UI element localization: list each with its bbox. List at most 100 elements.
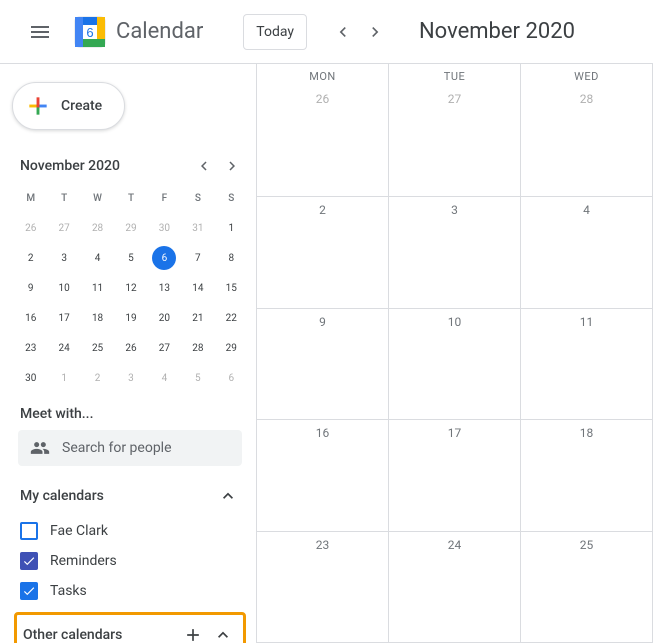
other-calendars-header[interactable]: Other calendars <box>17 615 243 643</box>
mini-day-cell[interactable]: 20 <box>148 304 181 332</box>
other-calendars-title: Other calendars <box>23 627 122 643</box>
grid-day-cell[interactable]: 28 <box>521 86 653 197</box>
mini-day-cell[interactable]: 1 <box>47 364 80 392</box>
add-other-calendar-button[interactable] <box>179 621 207 643</box>
mini-day-cell[interactable]: 8 <box>215 244 248 272</box>
calendar-checkbox[interactable] <box>20 582 38 600</box>
meet-with-title: Meet with... <box>12 392 256 430</box>
mini-day-cell[interactable]: 30 <box>14 364 47 392</box>
grid-day-cell[interactable]: 16 <box>257 420 389 531</box>
mini-day-cell[interactable]: 6 <box>148 244 181 272</box>
mini-day-cell[interactable]: 17 <box>47 304 80 332</box>
mini-day-cell[interactable]: 31 <box>181 214 214 242</box>
mini-day-cell[interactable]: 25 <box>81 334 114 362</box>
mini-day-cell[interactable]: 2 <box>81 364 114 392</box>
grid-day-cell[interactable]: 4 <box>521 197 653 308</box>
search-placeholder: Search for people <box>62 440 172 456</box>
calendar-list-item[interactable]: Reminders <box>12 546 256 576</box>
mini-day-cell[interactable]: 10 <box>47 274 80 302</box>
mini-day-cell[interactable]: 5 <box>114 244 147 272</box>
mini-next-button[interactable] <box>218 152 246 180</box>
grid-day-cell[interactable]: 27 <box>389 86 521 197</box>
grid-day-cell[interactable]: 26 <box>257 86 389 197</box>
mini-dow-header: T <box>47 184 80 212</box>
mini-day-cell[interactable]: 28 <box>181 334 214 362</box>
grid-day-cell[interactable]: 10 <box>389 309 521 420</box>
chevron-left-icon <box>333 22 353 42</box>
main-menu-button[interactable] <box>16 8 64 56</box>
mini-dow-header: W <box>81 184 114 212</box>
mini-day-cell[interactable]: 18 <box>81 304 114 332</box>
other-calendars-highlight: Other calendars <box>14 612 246 643</box>
mini-day-cell[interactable]: 2 <box>14 244 47 272</box>
mini-day-cell[interactable]: 13 <box>148 274 181 302</box>
grid-day-cell[interactable]: 18 <box>521 420 653 531</box>
mini-day-cell[interactable]: 19 <box>114 304 147 332</box>
grid-day-cell[interactable]: 3 <box>389 197 521 308</box>
grid-day-cell[interactable]: 25 <box>521 532 653 643</box>
mini-day-cell[interactable]: 30 <box>148 214 181 242</box>
grid-day-cell[interactable]: 11 <box>521 309 653 420</box>
collapse-other-calendars-button[interactable] <box>209 621 237 643</box>
search-people-input[interactable]: Search for people <box>18 430 242 466</box>
mini-day-cell[interactable]: 11 <box>81 274 114 302</box>
grid-dow-header: TUE <box>389 64 521 86</box>
app-title: Calendar <box>116 19 203 44</box>
mini-day-cell[interactable]: 16 <box>14 304 47 332</box>
calendar-checkbox[interactable] <box>20 522 38 540</box>
mini-day-cell[interactable]: 28 <box>81 214 114 242</box>
calendar-checkbox[interactable] <box>20 552 38 570</box>
mini-day-cell[interactable]: 29 <box>114 214 147 242</box>
grid-day-cell[interactable]: 23 <box>257 532 389 643</box>
sidebar: Create November 2020 MTWTFSS262728293031… <box>0 64 256 643</box>
mini-calendar-grid: MTWTFSS262728293031123456789101112131415… <box>12 184 256 392</box>
mini-day-cell[interactable]: 22 <box>215 304 248 332</box>
mini-day-cell[interactable]: 21 <box>181 304 214 332</box>
mini-day-cell[interactable]: 26 <box>114 334 147 362</box>
mini-day-cell[interactable]: 3 <box>47 244 80 272</box>
plus-multicolor-icon <box>25 93 51 119</box>
calendar-label: Tasks <box>50 583 87 599</box>
grid-dow-header: WED <box>521 64 653 86</box>
mini-day-cell[interactable]: 23 <box>14 334 47 362</box>
mini-day-cell[interactable]: 6 <box>215 364 248 392</box>
mini-day-cell[interactable]: 24 <box>47 334 80 362</box>
header-bar: 6 Calendar Today November 2020 <box>0 0 653 64</box>
chevron-up-icon <box>213 625 233 643</box>
collapse-my-calendars-button[interactable] <box>214 482 242 510</box>
grid-day-cell[interactable]: 2 <box>257 197 389 308</box>
check-icon <box>22 584 36 598</box>
calendar-list-item[interactable]: Fae Clark <box>12 516 256 546</box>
app-logo: 6 Calendar <box>72 14 203 50</box>
chevron-up-icon <box>218 486 238 506</box>
mini-calendar-title: November 2020 <box>20 158 120 174</box>
mini-prev-button[interactable] <box>190 152 218 180</box>
mini-day-cell[interactable]: 12 <box>114 274 147 302</box>
mini-day-cell[interactable]: 15 <box>215 274 248 302</box>
today-button[interactable]: Today <box>243 14 307 50</box>
mini-day-cell[interactable]: 4 <box>81 244 114 272</box>
mini-day-cell[interactable]: 14 <box>181 274 214 302</box>
mini-day-cell[interactable]: 27 <box>148 334 181 362</box>
my-calendars-header[interactable]: My calendars <box>12 466 256 516</box>
create-button[interactable]: Create <box>12 82 125 130</box>
prev-period-button[interactable] <box>327 16 359 48</box>
next-period-button[interactable] <box>359 16 391 48</box>
mini-day-cell[interactable]: 3 <box>114 364 147 392</box>
mini-day-cell[interactable]: 29 <box>215 334 248 362</box>
mini-day-cell[interactable]: 1 <box>215 214 248 242</box>
my-calendars-title: My calendars <box>20 488 104 504</box>
mini-day-cell[interactable]: 27 <box>47 214 80 242</box>
mini-day-cell[interactable]: 5 <box>181 364 214 392</box>
grid-day-cell[interactable]: 9 <box>257 309 389 420</box>
mini-dow-header: T <box>114 184 147 212</box>
mini-day-cell[interactable]: 7 <box>181 244 214 272</box>
mini-day-cell[interactable]: 9 <box>14 274 47 302</box>
mini-day-cell[interactable]: 26 <box>14 214 47 242</box>
grid-day-cell[interactable]: 17 <box>389 420 521 531</box>
calendar-list-item[interactable]: Tasks <box>12 576 256 606</box>
chevron-left-icon <box>195 157 213 175</box>
calendar-grid: MONTUEWED26272823491011161718232425 <box>256 64 653 643</box>
mini-day-cell[interactable]: 4 <box>148 364 181 392</box>
grid-day-cell[interactable]: 24 <box>389 532 521 643</box>
